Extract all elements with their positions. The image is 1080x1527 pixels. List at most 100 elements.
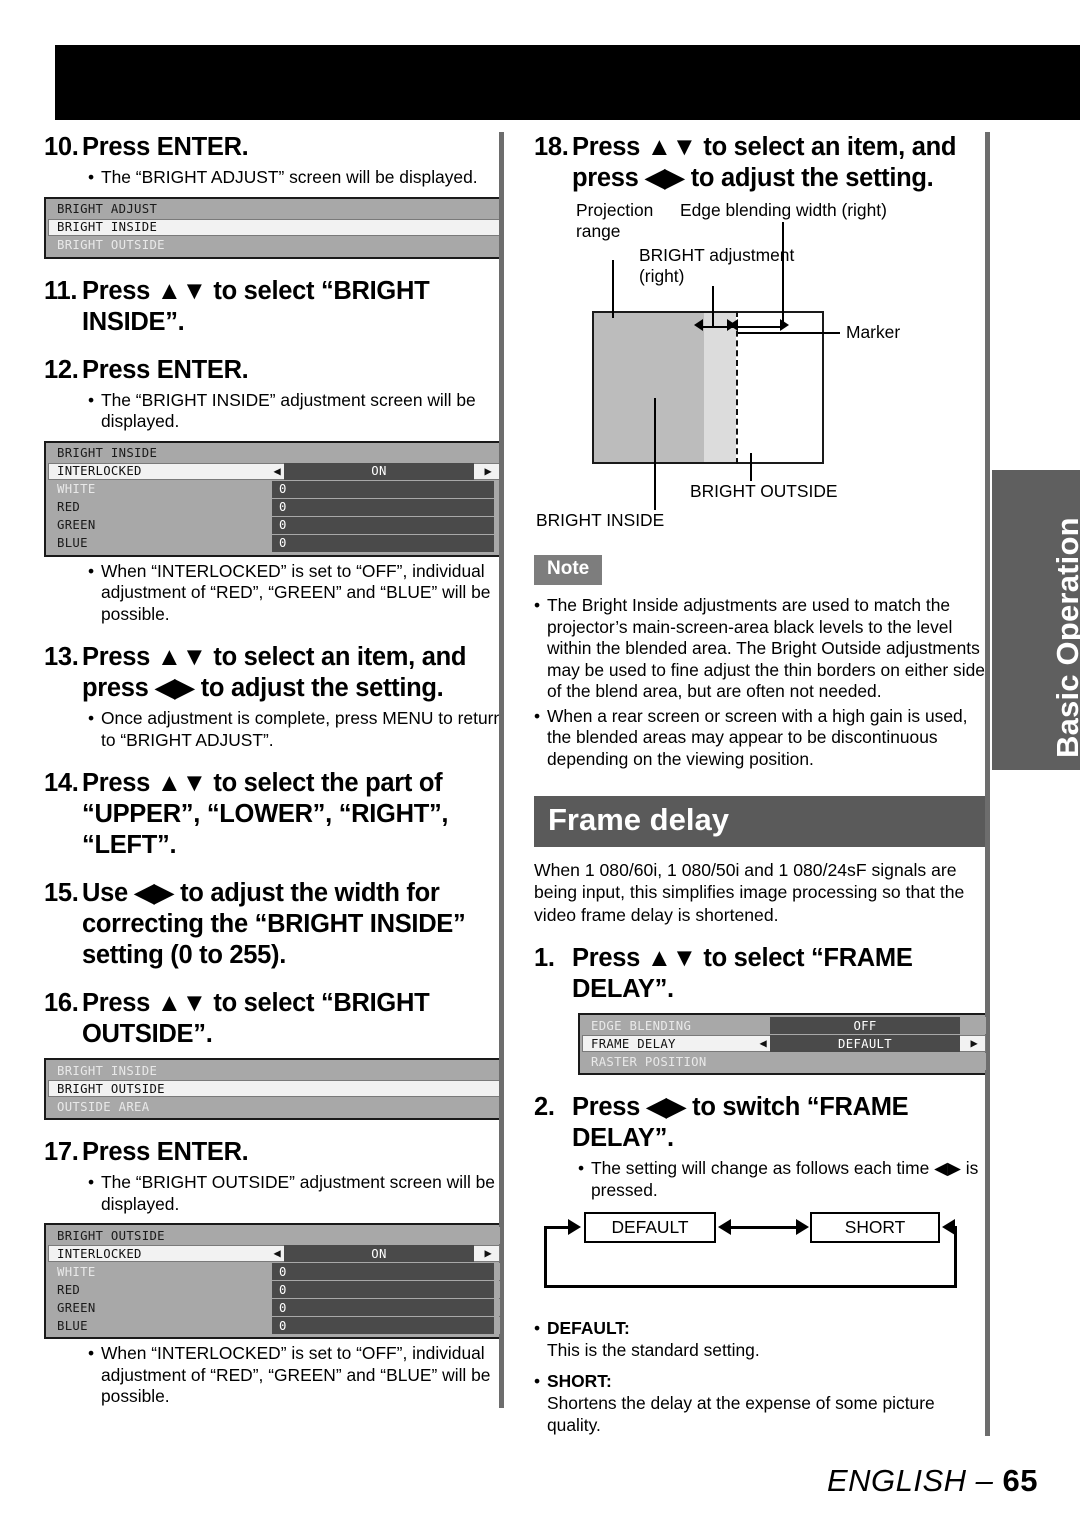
menu-item-label: GREEN (57, 1300, 96, 1315)
step-18-title: Press ▲▼ to select an item, and press ◀▶… (572, 133, 957, 192)
menu-item-green[interactable]: GREEN 0 (48, 516, 500, 534)
frame-delay-step-2: 2. Press ◀▶ to switch “FRAME DELAY”. (534, 1092, 990, 1154)
step-13-bullet-text: Once adjustment is complete, press MENU … (101, 708, 504, 750)
step-14-number: 14. (44, 769, 79, 797)
frame-delay-step-2-number: 2. (534, 1093, 555, 1122)
menu-item-label: BRIGHT OUTSIDE (57, 238, 165, 252)
step-15-number: 15. (44, 879, 79, 907)
menu-item-label: RED (57, 500, 81, 514)
leader-edge-blending-width (782, 222, 784, 326)
step-11: 11. Press ▲▼ to select “BRIGHT INSIDE”. (44, 276, 504, 338)
bullet-dot-icon: • (88, 1172, 95, 1192)
dimension-arrow-left-icon (694, 319, 703, 331)
diagram-label-edge-blending-width: Edge blending width (right) (680, 200, 887, 220)
menu-item-blue[interactable]: BLUE 0 (48, 1317, 500, 1334)
frame-delay-step-2-bullet-text: The setting will change as follows each … (591, 1158, 979, 1200)
diagram-label-bright-inside: BRIGHT INSIDE (536, 510, 665, 530)
term-default-name: DEFAULT: (547, 1318, 630, 1339)
left-arrow-icon[interactable]: ◀ (273, 1246, 281, 1261)
note-bullet-1-text: The Bright Inside adjustments are used t… (547, 595, 985, 701)
menu-title: BRIGHT ADJUST (57, 202, 158, 216)
bright-outside-select-menu[interactable]: BRIGHT INSIDE BRIGHT OUTSIDE OUTSIDE ARE… (44, 132, 504, 1408)
flow-loop-bottom (544, 1285, 957, 1289)
diagram-fill-blend (704, 313, 736, 462)
menu-item-bright-inside[interactable]: BRIGHT INSIDE (48, 218, 500, 236)
manual-page: Basic Operation 10. Press ENTER. • The “… (0, 0, 1080, 1527)
menu-item-label: BRIGHT INSIDE (57, 220, 158, 234)
bullet-dot-icon: • (88, 1343, 95, 1363)
right-arrow-icon[interactable]: ▶ (484, 1246, 492, 1261)
flow-arrow-left-icon (718, 1219, 731, 1236)
menu-item-bright-outside[interactable]: BRIGHT OUTSIDE (48, 236, 500, 254)
term-short: • SHORT: (534, 1370, 990, 1392)
step-17-number: 17. (44, 1138, 79, 1166)
menu-item-edge-blending[interactable]: EDGE BLENDING OFF (582, 1017, 986, 1035)
right-column: 18. Press ▲▼ to select an item, and pres… (534, 132, 990, 1437)
bright-adjust-menu[interactable]: BRIGHT ADJUST BRIGHT INSIDE BRIGHT OUTSI… (44, 132, 504, 1408)
left-arrow-icon[interactable]: ◀ (273, 464, 281, 479)
menu-item-raster-position[interactable]: RASTER POSITION (582, 1053, 986, 1071)
right-arrow-icon[interactable]: ▶ (970, 1036, 978, 1051)
menu-item-bright-inside[interactable]: BRIGHT INSIDE (48, 1062, 500, 1079)
step-14: 14. Press ▲▼ to select the part of “UPPE… (44, 768, 504, 861)
note-bullet-2-text: When a rear screen or screen with a high… (547, 705, 968, 769)
step-12-note-text: When “INTERLOCKED” is set to “OFF”, indi… (101, 560, 491, 624)
menu-item-interlocked[interactable]: INTERLOCKED ◀ ON ▶ (48, 462, 500, 480)
right-arrow-icon[interactable]: ▶ (484, 464, 492, 479)
menu-item-red[interactable]: RED 0 (48, 1281, 500, 1298)
step-12-title: Press ENTER. (82, 355, 249, 384)
menu-item-value: OFF (770, 1017, 960, 1035)
menu-item-green[interactable]: GREEN 0 (48, 1299, 500, 1316)
step-13-title: Press ▲▼ to select an item, and press ◀▶… (82, 643, 467, 702)
section-side-tab: Basic Operation (992, 470, 1080, 770)
flow-loop-right (954, 1226, 957, 1289)
menu-item-label: WHITE (57, 1264, 96, 1279)
frame-delay-step-2-bullet: • The setting will change as follows eac… (534, 1158, 990, 1201)
menu-item-frame-delay[interactable]: FRAME DELAY ◀ DEFAULT ▶ (582, 1035, 986, 1053)
step-11-title: Press ▲▼ to select “BRIGHT INSIDE”. (82, 276, 430, 336)
menu-item-label: FRAME DELAY (591, 1036, 676, 1051)
menu-item-value: 0 (272, 534, 494, 552)
frame-delay-menu[interactable]: EDGE BLENDING OFF FRAME DELAY ◀ DEFAULT … (578, 132, 990, 1437)
menu-item-label: WHITE (57, 482, 96, 496)
left-arrow-icon[interactable]: ◀ (759, 1036, 767, 1051)
menu-item-white[interactable]: WHITE 0 (48, 1263, 500, 1280)
menu-item-blue[interactable]: BLUE 0 (48, 534, 500, 552)
frame-delay-step-2-title: Press ◀▶ to switch “FRAME DELAY”. (572, 1093, 909, 1153)
page-header-band (55, 45, 1080, 120)
menu-item-value: 0 (272, 1317, 494, 1334)
leader-bright-inside (654, 398, 656, 510)
menu-item-value: 0 (272, 498, 494, 516)
step-17-bullet: • The “BRIGHT OUTSIDE” adjustment screen… (44, 1172, 504, 1215)
menu-item-label: BLUE (57, 1318, 88, 1333)
bright-outside-menu[interactable]: BRIGHT OUTSIDE INTERLOCKED ◀ ON ▶ WHITE … (44, 132, 504, 1408)
flow-box-default: DEFAULT (584, 1212, 716, 1244)
menu-item-value: ON (284, 462, 474, 480)
term-short-name: SHORT: (547, 1371, 612, 1392)
step-12-note-bullet: • When “INTERLOCKED” is set to “OFF”, in… (44, 561, 504, 626)
dimension-line (701, 326, 783, 328)
note-bullet-1: • The Bright Inside adjustments are used… (534, 595, 990, 703)
bullet-dot-icon: • (578, 1158, 585, 1179)
bullet-dot-icon: • (88, 708, 95, 728)
footer-page-number: 65 (1002, 1463, 1038, 1498)
flow-connector-middle (730, 1226, 798, 1230)
bright-inside-menu[interactable]: BRIGHT INSIDE INTERLOCKED ◀ ON ▶ WHITE 0… (44, 132, 504, 1408)
menu-item-label: OUTSIDE AREA (57, 1099, 150, 1114)
menu-item-interlocked[interactable]: INTERLOCKED ◀ ON ▶ (48, 1245, 500, 1262)
note-badge: Note (534, 555, 603, 585)
menu-item-bright-outside[interactable]: BRIGHT OUTSIDE (48, 1080, 500, 1097)
footer-language-label: ENGLISH – (826, 1463, 994, 1498)
left-column: 10. Press ENTER. • The “BRIGHT ADJUST” s… (44, 132, 504, 1408)
menu-item-white[interactable]: WHITE 0 (48, 480, 500, 498)
menu-item-red[interactable]: RED 0 (48, 498, 500, 516)
menu-item-value: DEFAULT (770, 1035, 960, 1053)
menu-item-outside-area[interactable]: OUTSIDE AREA (48, 1098, 500, 1115)
step-14-title: Press ▲▼ to select the part of “UPPER”, … (82, 769, 449, 859)
diagram-label-projection-range: Projection range (576, 200, 654, 241)
menu-title: BRIGHT INSIDE (57, 446, 158, 460)
step-17-title: Press ENTER. (82, 1138, 249, 1166)
page-footer: ENGLISH – 65 (827, 1463, 1038, 1499)
step-15-title: Use ◀▶ to adjust the width for correctin… (82, 879, 466, 969)
menu-item-value: 0 (272, 516, 494, 534)
